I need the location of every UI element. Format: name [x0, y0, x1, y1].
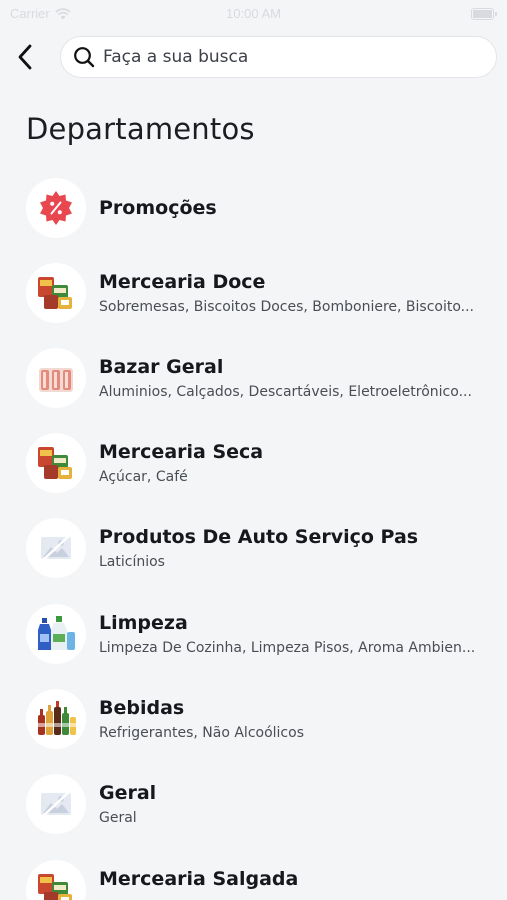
department-item-mercearia-doce[interactable]: Mercearia Doce Sobremesas, Biscoitos Doc… [0, 255, 507, 335]
bazaar-products-icon [39, 368, 73, 392]
image-placeholder-icon [41, 534, 71, 562]
department-item-bebidas[interactable]: Bebidas Refrigerantes, Não Alcoólicos [0, 681, 507, 761]
cleaning-products-icon [38, 616, 75, 650]
department-thumbnail [26, 348, 86, 408]
department-name: Mercearia Seca [99, 441, 264, 463]
department-item-produtos-auto-servico[interactable]: Produtos De Auto Serviço Pas Laticínios [0, 510, 507, 590]
department-thumbnail [26, 518, 86, 578]
department-thumbnail [26, 604, 86, 664]
grocery-products-icon [38, 874, 72, 900]
department-name: Limpeza [99, 612, 188, 634]
chevron-left-icon [18, 44, 32, 70]
search-input[interactable] [103, 47, 473, 67]
department-thumbnail [26, 860, 86, 900]
status-bar: Carrier 10:00 AM [0, 0, 507, 30]
department-subcategories: Geral [99, 810, 137, 826]
department-name: Produtos De Auto Serviço Pas [99, 526, 419, 548]
department-item-bazar-geral[interactable]: Bazar Geral Aluminios, Calçados, Descart… [0, 340, 507, 420]
search-bar[interactable] [60, 36, 497, 78]
department-name: Mercearia Doce [99, 271, 266, 293]
department-name: Promoções [99, 197, 217, 219]
drinks-bottles-icon [38, 701, 76, 735]
department-item-limpeza[interactable]: Limpeza Limpeza De Cozinha, Limpeza Piso… [0, 596, 507, 676]
department-thumbnail [26, 433, 86, 493]
department-subcategories: Limpeza De Cozinha, Limpeza Pisos, Aroma… [99, 640, 476, 656]
department-name: Bazar Geral [99, 356, 224, 378]
department-thumbnail [26, 689, 86, 749]
image-placeholder-icon [41, 790, 71, 818]
department-item-mercearia-seca[interactable]: Mercearia Seca Açúcar, Café [0, 425, 507, 505]
department-item-mercearia-salgada[interactable]: Mercearia Salgada [0, 852, 507, 900]
page-title: Departamentos [26, 112, 255, 146]
promo-badge-icon [40, 191, 72, 225]
battery-icon [471, 8, 497, 20]
department-subcategories: Sobremesas, Biscoitos Doces, Bomboniere,… [99, 299, 475, 315]
status-time: 10:00 AM [226, 6, 281, 21]
department-subcategories: Aluminios, Calçados, Descartáveis, Eletr… [99, 384, 472, 400]
department-thumbnail [26, 774, 86, 834]
department-name: Bebidas [99, 697, 185, 719]
department-item-promocoes[interactable]: Promoções [0, 170, 507, 250]
department-subcategories: Laticínios [99, 554, 165, 570]
department-subcategories: Açúcar, Café [99, 469, 188, 485]
search-icon [74, 47, 95, 68]
grocery-products-icon [38, 447, 72, 479]
department-name: Mercearia Salgada [99, 868, 299, 890]
department-subcategories: Refrigerantes, Não Alcoólicos [99, 725, 304, 741]
grocery-products-icon [38, 277, 72, 309]
department-name: Geral [99, 782, 157, 804]
department-thumbnail [26, 178, 86, 238]
back-button[interactable] [10, 40, 40, 74]
department-item-geral[interactable]: Geral Geral [0, 766, 507, 846]
department-thumbnail [26, 263, 86, 323]
